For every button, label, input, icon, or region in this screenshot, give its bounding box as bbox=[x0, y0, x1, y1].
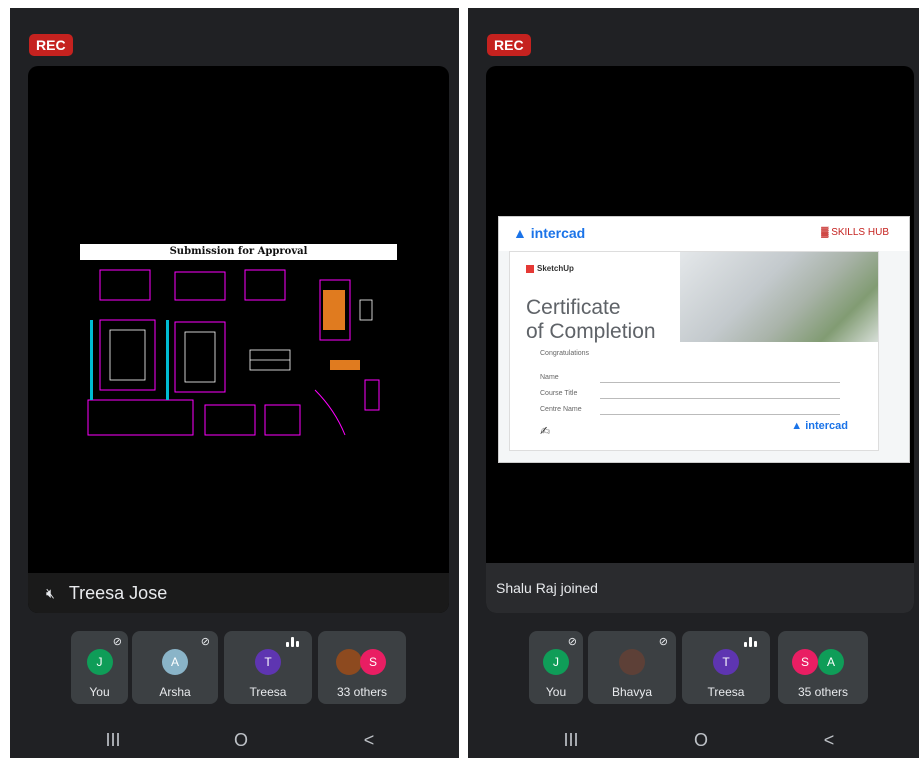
back-button[interactable]: < bbox=[354, 730, 384, 751]
sketchup-logo: SketchUp bbox=[526, 264, 574, 273]
avatar: A bbox=[818, 649, 844, 675]
left-phone-screen: REC Submission for Approval 🔇︎ Treesa Jo… bbox=[10, 8, 459, 758]
join-notice-bar: Shalu Raj joined bbox=[486, 563, 914, 613]
participant-label: Bhavya bbox=[611, 685, 653, 699]
certificate-body: SketchUp Certificate of Completion Congr… bbox=[509, 251, 879, 451]
participant-label: You bbox=[545, 685, 567, 699]
field-line bbox=[600, 398, 840, 399]
participant-label: Arsha bbox=[159, 685, 191, 699]
certificate: ▲ intercad ▓ SKILLS HUB SketchUp Certifi… bbox=[498, 216, 910, 463]
participant-bhavya[interactable]: ⊘ Bhavya bbox=[588, 631, 676, 704]
speaking-icon bbox=[744, 637, 762, 647]
mic-off-icon: 🔇︎ bbox=[46, 584, 55, 601]
participant-label: Treesa bbox=[707, 685, 745, 699]
shared-drawing bbox=[80, 244, 397, 436]
field-label: Centre Name bbox=[540, 406, 582, 413]
avatar: A bbox=[162, 649, 188, 675]
field-label: Congratulations bbox=[540, 350, 590, 357]
recents-button[interactable]: III bbox=[98, 730, 128, 751]
participant-you[interactable]: ⊘ J You bbox=[71, 631, 128, 704]
mic-off-icon: ⊘ bbox=[567, 636, 577, 648]
join-notice: Shalu Raj joined bbox=[496, 580, 598, 596]
speaking-icon bbox=[286, 637, 304, 647]
intercad-logo: ▲ intercad bbox=[513, 225, 586, 241]
certificate-title-line1: Certificate bbox=[526, 296, 621, 319]
participant-label: 33 others bbox=[336, 685, 388, 699]
recording-badge: REC bbox=[487, 34, 531, 56]
participant-label: 35 others bbox=[797, 685, 849, 699]
back-button[interactable]: < bbox=[814, 730, 844, 751]
signature: ✍︎ bbox=[540, 424, 551, 438]
intercad-footer-logo: ▲ intercad bbox=[791, 420, 848, 432]
avatar: S bbox=[792, 649, 818, 675]
participant-arsha[interactable]: ⊘ A Arsha bbox=[132, 631, 218, 704]
presenter-tile[interactable]: ▲ intercad ▓ SKILLS HUB SketchUp Certifi… bbox=[486, 66, 914, 613]
participant-you[interactable]: ⊘ J You bbox=[529, 631, 583, 704]
field-label: Name bbox=[540, 374, 559, 381]
architecture-image bbox=[680, 252, 878, 342]
recording-badge: REC bbox=[29, 34, 73, 56]
avatar: J bbox=[543, 649, 569, 675]
participant-label: You bbox=[89, 685, 110, 699]
participant-others[interactable]: S 33 others bbox=[318, 631, 406, 704]
speaker-name: Treesa Jose bbox=[68, 582, 168, 603]
certificate-header: ▲ intercad ▓ SKILLS HUB bbox=[499, 217, 909, 251]
mic-off-icon: ⊘ bbox=[112, 636, 122, 648]
avatar: T bbox=[255, 649, 281, 675]
mic-off-icon: ⊘ bbox=[200, 636, 210, 648]
speaker-name-bar: 🔇︎ Treesa Jose bbox=[28, 573, 449, 613]
participant-others[interactable]: S A 35 others bbox=[778, 631, 868, 704]
certificate-title-line2: of Completion bbox=[526, 320, 656, 343]
participant-treesa[interactable]: T Treesa bbox=[224, 631, 312, 704]
floor-plan-drawing bbox=[87, 269, 380, 436]
right-phone-screen: REC ▲ intercad ▓ SKILLS HUB SketchUp Cer… bbox=[468, 8, 919, 758]
avatar-photo bbox=[619, 649, 645, 675]
drawing-title: Submission for Approval bbox=[169, 246, 308, 257]
field-label: Course Title bbox=[540, 390, 578, 397]
home-button[interactable]: O bbox=[686, 730, 716, 751]
avatar: S bbox=[360, 649, 386, 675]
presenter-tile[interactable]: Submission for Approval 🔇︎ Treesa Jose bbox=[28, 66, 449, 613]
avatar: J bbox=[86, 649, 113, 675]
home-button[interactable]: O bbox=[226, 730, 256, 751]
participant-treesa[interactable]: T Treesa bbox=[682, 631, 770, 704]
field-line bbox=[600, 414, 840, 415]
skills-hub-logo: ▓ SKILLS HUB bbox=[821, 227, 889, 238]
field-line bbox=[600, 382, 840, 383]
participant-label: Treesa bbox=[249, 685, 287, 699]
avatar: T bbox=[713, 649, 739, 675]
recents-button[interactable]: III bbox=[556, 730, 586, 751]
avatar-photo bbox=[336, 649, 362, 675]
mic-off-icon: ⊘ bbox=[658, 636, 668, 648]
